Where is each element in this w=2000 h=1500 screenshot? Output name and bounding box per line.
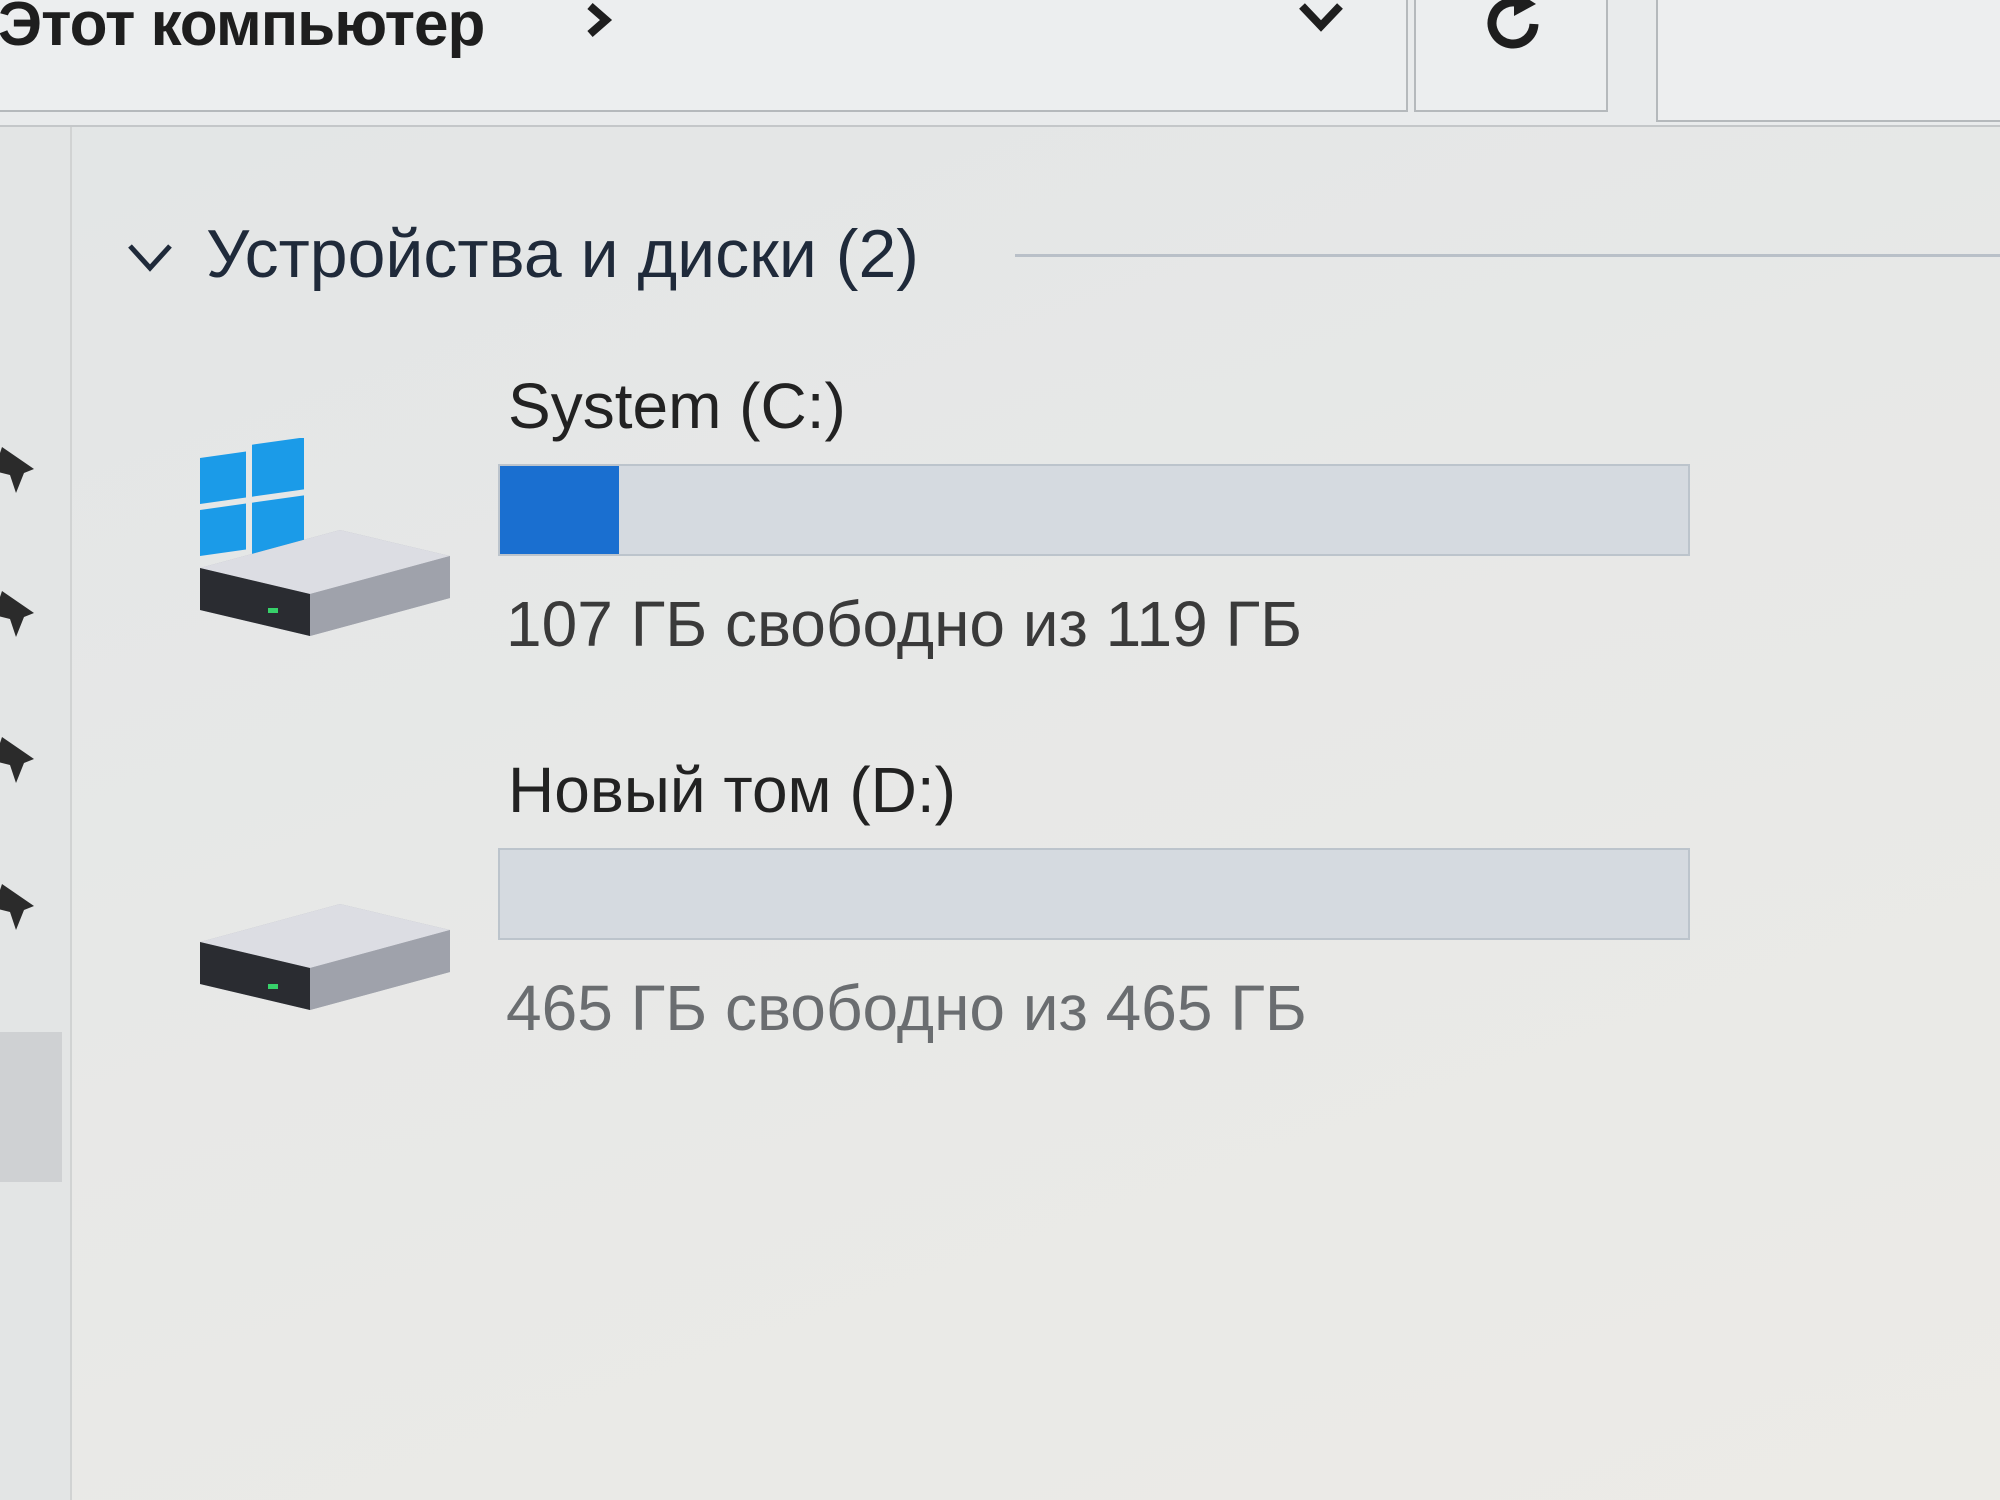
group-divider xyxy=(1015,254,2000,257)
drive-item-c[interactable]: System (C:) 107 ГБ свободно из 119 ГБ xyxy=(190,368,1730,688)
address-bar-row: Этот компьютер xyxy=(0,0,2000,127)
pin-icon[interactable] xyxy=(0,735,40,785)
drive-item-d[interactable]: Новый том (D:) 465 ГБ свободно из 465 ГБ xyxy=(190,752,1730,1072)
nav-item-selected[interactable] xyxy=(0,1032,62,1182)
address-bar[interactable]: Этот компьютер xyxy=(0,0,1408,112)
pin-icon[interactable] xyxy=(0,445,40,495)
refresh-button[interactable] xyxy=(1414,0,1608,112)
chevron-down-icon[interactable] xyxy=(1296,0,1346,38)
windows-drive-icon xyxy=(200,438,450,636)
refresh-icon xyxy=(1487,0,1539,49)
drive-name: Новый том (D:) xyxy=(508,754,956,826)
pin-icon[interactable] xyxy=(0,882,40,932)
drive-usage-bar xyxy=(498,464,1690,556)
group-title: Устройства и диски (2) xyxy=(206,216,919,292)
file-explorer-window: Этот компьютер Устройства и диски (2) Sy… xyxy=(0,0,2000,1500)
search-input[interactable] xyxy=(1656,0,2000,122)
drive-free-space: 107 ГБ свободно из 119 ГБ xyxy=(506,588,1303,660)
drive-free-space: 465 ГБ свободно из 465 ГБ xyxy=(506,972,1307,1044)
chevron-right-icon[interactable] xyxy=(580,0,620,40)
drive-usage-fill xyxy=(500,466,619,554)
drive-usage-bar xyxy=(498,848,1690,940)
drive-name: System (C:) xyxy=(508,370,846,442)
pin-icon[interactable] xyxy=(0,589,40,639)
breadcrumb-this-pc[interactable]: Этот компьютер xyxy=(0,0,485,56)
hard-drive-icon xyxy=(200,904,450,1010)
navigation-pane xyxy=(0,127,72,1500)
devices-and-drives-group-header[interactable]: Устройства и диски (2) xyxy=(120,210,2000,300)
chevron-down-icon[interactable] xyxy=(126,240,174,274)
